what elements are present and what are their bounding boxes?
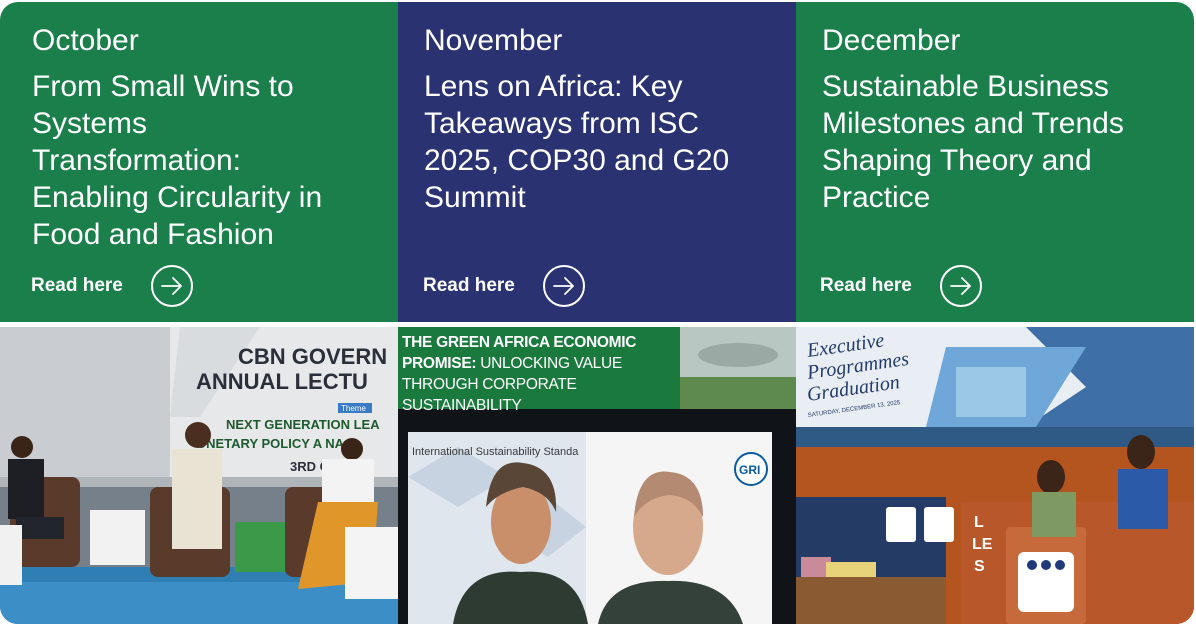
title-line: Takeaways from ISC (424, 107, 700, 140)
podium-text: S (974, 558, 985, 575)
banner-emphasis: PROMISE: (402, 355, 477, 372)
arrow-right-icon (552, 277, 574, 295)
card-title: Sustainable Business Milestones and Tren… (822, 68, 1124, 216)
podium-text: L (974, 514, 984, 531)
event-photos: CBN GOVERN ANNUAL LECTU Theme NEXT GENER… (0, 327, 1194, 624)
lecture-stage-image: CBN GOVERN ANNUAL LECTU Theme NEXT GENER… (0, 327, 398, 624)
card-october: October From Small Wins to Systems Trans… (0, 2, 398, 322)
title-line: From Small Wins to (32, 70, 294, 103)
title-line: Practice (822, 181, 931, 214)
banner-line: THROUGH CORPORATE SUSTAINABILITY (402, 376, 577, 414)
card-month: November (424, 24, 563, 57)
read-here-link-november[interactable]: Read here (423, 265, 585, 307)
stage-heading: ANNUAL LECTU (196, 369, 368, 394)
read-here-link-october[interactable]: Read here (31, 265, 193, 307)
arrow-right-icon (949, 277, 971, 295)
card-title: From Small Wins to Systems Transformatio… (32, 68, 322, 253)
video-caption: International Sustainability Standa (412, 446, 579, 458)
newsletter-cards: October From Small Wins to Systems Trans… (0, 2, 1194, 322)
title-line: Shaping Theory and (822, 144, 1092, 177)
card-november: November Lens on Africa: Key Takeaways f… (398, 2, 796, 322)
card-month: October (32, 24, 139, 57)
webinar-banner: THE GREEN AFRICA ECONOMIC PROMISE: UNLOC… (398, 327, 680, 414)
read-here-label: Read here (423, 275, 515, 296)
title-line: Summit (424, 181, 526, 214)
gri-badge: GRI (739, 463, 760, 477)
title-line: Lens on Africa: Key (424, 70, 683, 103)
stage-theme: ONETARY POLICY A NA (196, 436, 345, 451)
graduation-image: Executive Programmes Graduation SATURDAY… (796, 327, 1194, 624)
stage-badge: Theme (341, 404, 366, 413)
photo-graduation[interactable]: Executive Programmes Graduation SATURDAY… (796, 327, 1194, 624)
title-line: Sustainable Business (822, 70, 1109, 103)
title-line: Enabling Circularity in (32, 181, 323, 214)
newsletter-archive: October From Small Wins to Systems Trans… (0, 0, 1196, 624)
banner-text: UNLOCKING VALUE (476, 355, 622, 372)
title-line: Systems (32, 107, 148, 140)
read-here-link-december[interactable]: Read here (820, 265, 982, 307)
card-december: December Sustainable Business Milestones… (796, 2, 1194, 322)
title-line: Milestones and Trends (822, 107, 1124, 140)
arrow-right-circle-icon[interactable] (542, 265, 585, 307)
arrow-right-circle-icon[interactable] (150, 265, 193, 307)
title-line: Food and Fashion (32, 218, 274, 251)
photo-cbn-lecture[interactable]: CBN GOVERN ANNUAL LECTU Theme NEXT GENER… (0, 327, 398, 624)
banner-line: PROMISE: UNLOCKING VALUE (402, 353, 680, 374)
title-line: 2025, COP30 and G20 (424, 144, 730, 177)
arrow-right-icon (160, 277, 182, 295)
read-here-label: Read here (31, 275, 123, 296)
photo-green-africa-webinar[interactable]: GRI International Sustainability Standa … (398, 327, 796, 624)
podium-text: LE (972, 536, 993, 553)
title-line: Transformation: (32, 144, 241, 177)
card-title: Lens on Africa: Key Takeaways from ISC 2… (424, 68, 729, 216)
arrow-right-circle-icon[interactable] (939, 265, 982, 307)
stage-heading: CBN GOVERN (238, 344, 387, 369)
card-month: December (822, 24, 961, 57)
read-here-label: Read here (820, 275, 912, 296)
stage-theme: NEXT GENERATION LEA (226, 417, 380, 432)
banner-line: THE GREEN AFRICA ECONOMIC (402, 334, 637, 351)
